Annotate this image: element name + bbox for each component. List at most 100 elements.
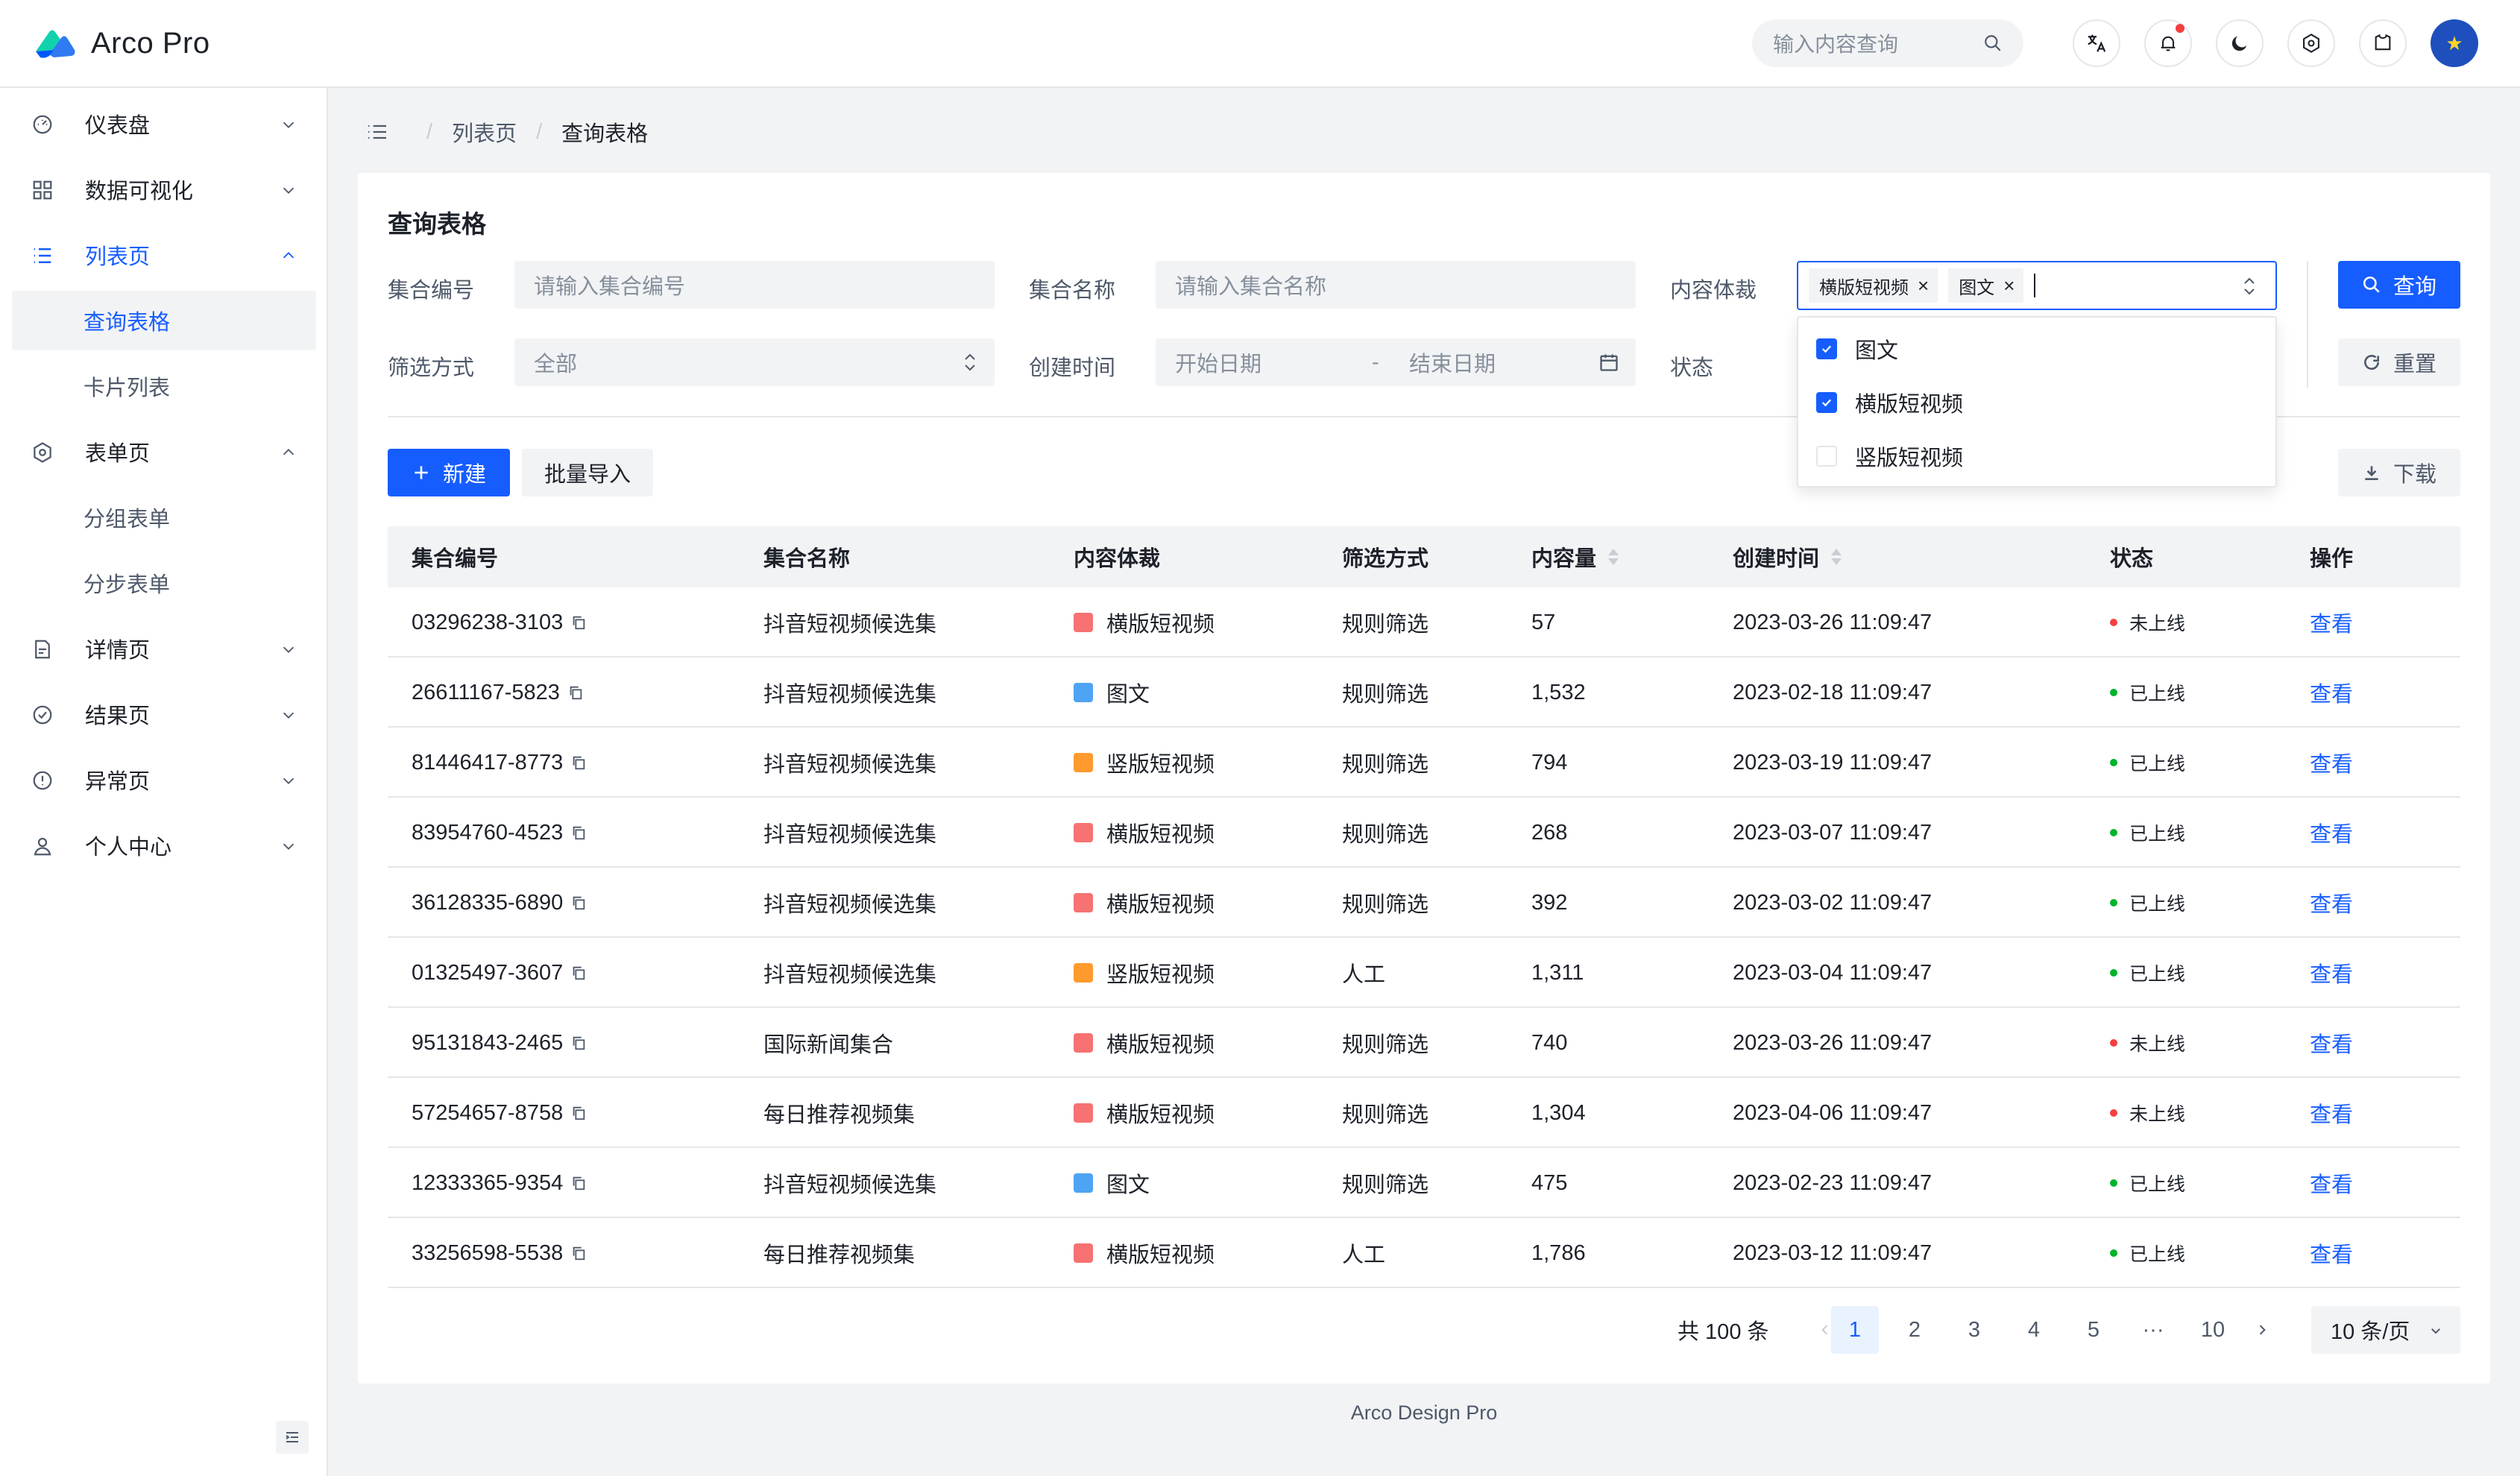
- copy-icon[interactable]: [570, 1105, 587, 1121]
- sidebar-collapse-button[interactable]: [276, 1421, 309, 1454]
- copy-icon[interactable]: [570, 824, 587, 841]
- view-link[interactable]: 查看: [2310, 728, 2353, 798]
- page-button[interactable]: 5: [2070, 1306, 2117, 1354]
- checkbox-checked[interactable]: [1816, 392, 1837, 413]
- page-button[interactable]: 1: [1831, 1306, 1879, 1354]
- chevron-right-icon: [2259, 1325, 2266, 1335]
- search-button[interactable]: 查询: [2338, 261, 2460, 309]
- copy-icon[interactable]: [567, 684, 584, 701]
- settings-button[interactable]: [2287, 19, 2335, 67]
- global-search-input[interactable]: 输入内容查询: [1752, 19, 2023, 67]
- page-button[interactable]: 2: [1891, 1306, 1938, 1354]
- sidebar-item-visualization[interactable]: 数据可视化: [12, 160, 316, 219]
- view-link[interactable]: 查看: [2310, 1148, 2353, 1218]
- arco-logo-icon: [36, 30, 75, 58]
- close-icon[interactable]: ×: [2003, 274, 2015, 297]
- cell-created: 2023-02-18 11:09:47: [1733, 680, 1932, 704]
- sidebar-item-result[interactable]: 结果页: [12, 684, 316, 744]
- chevron-up-icon: [283, 449, 294, 455]
- view-link[interactable]: 查看: [2310, 587, 2353, 657]
- checkbox-unchecked[interactable]: [1816, 446, 1837, 467]
- copy-icon[interactable]: [570, 614, 587, 631]
- sidebar-item-group-form[interactable]: 分组表单: [12, 488, 316, 547]
- sidebar-item-detail[interactable]: 详情页: [12, 619, 316, 678]
- cell-created: 2023-03-19 11:09:47: [1733, 750, 1932, 775]
- reset-button[interactable]: 重置: [2338, 338, 2460, 386]
- id-input[interactable]: 请输入集合编号: [514, 261, 995, 309]
- skin-button[interactable]: [2359, 19, 2407, 67]
- sidebar-item-form[interactable]: 表单页: [12, 422, 316, 482]
- copy-icon[interactable]: [570, 1175, 587, 1191]
- column-header-sortable[interactable]: 创建时间: [1733, 526, 1842, 587]
- sidebar-item-dashboard[interactable]: 仪表盘: [12, 94, 316, 154]
- column-header-sortable[interactable]: 内容量: [1531, 526, 1619, 587]
- copy-icon[interactable]: [570, 1245, 587, 1261]
- sort-icon[interactable]: [1831, 549, 1842, 565]
- dropdown-option[interactable]: 图文: [1816, 322, 1898, 376]
- sidebar-item-list[interactable]: 列表页: [12, 225, 316, 285]
- dashboard-icon: [33, 115, 52, 134]
- cell-status: 已上线: [2110, 1148, 2185, 1218]
- status-badge: 已上线: [2129, 824, 2186, 845]
- view-link[interactable]: 查看: [2310, 798, 2353, 868]
- language-button[interactable]: [2073, 19, 2120, 67]
- breadcrumb-item[interactable]: 列表页: [452, 116, 517, 148]
- cell-created: 2023-03-26 11:09:47: [1733, 610, 1932, 634]
- close-icon[interactable]: ×: [1918, 274, 1929, 297]
- filter-method-select[interactable]: 全部: [514, 338, 995, 386]
- logo[interactable]: Arco Pro: [33, 27, 210, 60]
- view-link[interactable]: 查看: [2310, 657, 2353, 728]
- theme-toggle-button[interactable]: [2216, 19, 2264, 67]
- page-size-select[interactable]: 10 条/页: [2311, 1306, 2460, 1354]
- cell-type: 图文: [1074, 1148, 1150, 1218]
- table-header: 集合编号 集合名称 内容体裁 筛选方式 内容量 创建时间 状态 操作: [388, 526, 2460, 587]
- cell-id: 12333365-9354: [412, 1148, 587, 1218]
- date-range-picker[interactable]: 开始日期 - 结束日期: [1156, 338, 1636, 386]
- cell-type: 竖版短视频: [1074, 728, 1215, 798]
- batch-import-button[interactable]: 批量导入: [522, 449, 653, 496]
- new-button[interactable]: 新建: [388, 449, 510, 496]
- page-button[interactable]: 4: [2010, 1306, 2058, 1354]
- cell-filter: 规则筛选: [1342, 683, 1429, 707]
- copy-icon[interactable]: [570, 895, 587, 911]
- end-date-placeholder[interactable]: 结束日期: [1409, 347, 1496, 378]
- view-link[interactable]: 查看: [2310, 1078, 2353, 1148]
- sidebar: 仪表盘 数据可视化 列表页 查询表格 卡片列表 表单页 分组表单 分步表单 详情…: [0, 88, 328, 1476]
- sidebar-item-card-list[interactable]: 卡片列表: [12, 356, 316, 416]
- next-page-button[interactable]: [2238, 1306, 2286, 1354]
- dropdown-option[interactable]: 竖版短视频: [1816, 429, 1963, 483]
- breadcrumb-current: 查询表格: [561, 122, 649, 146]
- cell-count: 740: [1531, 1030, 1568, 1055]
- status-dot: [2110, 899, 2117, 906]
- checkbox-checked[interactable]: [1816, 338, 1837, 359]
- name-input[interactable]: 请输入集合名称: [1156, 261, 1636, 309]
- cell-count: 392: [1531, 890, 1568, 915]
- copy-icon[interactable]: [570, 965, 587, 981]
- sort-icon[interactable]: [1608, 549, 1619, 565]
- copy-icon[interactable]: [570, 1035, 587, 1051]
- notification-button[interactable]: [2144, 19, 2192, 67]
- view-link[interactable]: 查看: [2310, 868, 2353, 938]
- batch-import-label: 批量导入: [544, 463, 631, 487]
- start-date-placeholder[interactable]: 开始日期: [1175, 347, 1261, 378]
- view-link[interactable]: 查看: [2310, 1008, 2353, 1078]
- sidebar-item-user-center[interactable]: 个人中心: [12, 816, 316, 875]
- status-dot: [2110, 619, 2117, 626]
- view-link[interactable]: 查看: [2310, 1218, 2353, 1288]
- content-type-icon: [1074, 683, 1093, 702]
- page-ellipsis[interactable]: ···: [2129, 1306, 2177, 1354]
- name-placeholder: 请输入集合名称: [1175, 275, 1327, 299]
- sidebar-item-step-form[interactable]: 分步表单: [12, 553, 316, 613]
- sidebar-item-label: 详情页: [85, 639, 151, 663]
- page-button[interactable]: 3: [1950, 1306, 1998, 1354]
- page-button[interactable]: 10: [2189, 1306, 2237, 1354]
- sidebar-item-search-table[interactable]: 查询表格: [12, 291, 316, 350]
- view-link[interactable]: 查看: [2310, 938, 2353, 1008]
- copy-icon[interactable]: [570, 754, 587, 771]
- download-button[interactable]: 下载: [2338, 449, 2460, 496]
- avatar[interactable]: ★: [2431, 19, 2478, 67]
- cell-name: 每日推荐视频集: [763, 1243, 916, 1267]
- content-type-select[interactable]: 横版短视频 × 图文 ×: [1797, 261, 2277, 310]
- sidebar-item-exception[interactable]: 异常页: [12, 750, 316, 810]
- dropdown-option[interactable]: 横版短视频: [1816, 376, 1963, 429]
